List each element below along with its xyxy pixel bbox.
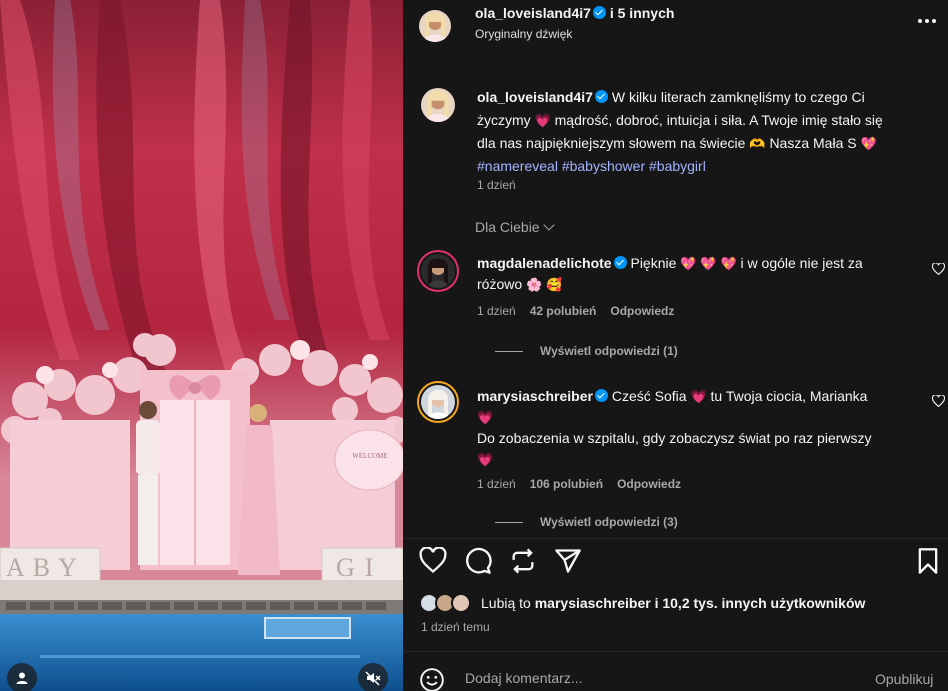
emoji-picker-icon[interactable] bbox=[419, 667, 445, 691]
caption-author-avatar[interactable] bbox=[421, 88, 455, 122]
heart-emoji-icon: 💖 bbox=[720, 256, 737, 271]
divider bbox=[403, 538, 948, 539]
comment-input[interactable] bbox=[465, 666, 845, 690]
speaker-muted-icon bbox=[365, 671, 381, 686]
post-media[interactable]: WELCOME ABY GI bbox=[0, 0, 403, 691]
heart-hands-emoji-icon: 🫶 bbox=[749, 136, 766, 151]
heart-emoji-icon: 💖 bbox=[700, 256, 717, 271]
verified-badge-icon bbox=[592, 6, 606, 19]
verified-badge-icon bbox=[594, 90, 608, 103]
heart-emoji-icon: 💖 bbox=[680, 256, 697, 271]
coauthors-link[interactable]: i 5 innych bbox=[610, 5, 675, 21]
chevron-down-icon bbox=[542, 219, 555, 231]
comment-composer: Opublikuj bbox=[403, 652, 948, 691]
comment-time[interactable]: 1 dzień bbox=[477, 304, 516, 318]
comment-time[interactable]: 1 dzień bbox=[477, 477, 516, 491]
share-icon[interactable] bbox=[554, 547, 582, 575]
comment-text: marysiaschreiber Cześć Sofia 💗 tu Twoja … bbox=[477, 386, 907, 470]
view-replies-button[interactable]: Wyświetl odpowiedzi (3) bbox=[495, 515, 678, 529]
likes-summary[interactable]: Lubią to marysiaschreiber i 10,2 tys. in… bbox=[419, 592, 865, 614]
view-replies-button[interactable]: Wyświetl odpowiedzi (1) bbox=[495, 344, 678, 358]
repost-icon[interactable] bbox=[509, 547, 537, 575]
comment-likes[interactable]: 106 polubień bbox=[530, 477, 603, 491]
more-horizontal-icon bbox=[918, 19, 936, 23]
user-icon bbox=[16, 672, 28, 684]
heart-emoji-icon: 💗 bbox=[477, 452, 494, 467]
caption-hashtags[interactable]: #namereveal #babyshower #babygirl bbox=[477, 158, 706, 174]
caption-line-3b: Nasza Mała S bbox=[769, 135, 857, 151]
reply-button[interactable]: Odpowiedz bbox=[610, 304, 674, 318]
sort-label: Dla Ciebie bbox=[475, 219, 540, 235]
caption-author-username[interactable]: ola_loveisland4i7 bbox=[477, 89, 593, 105]
girl-blocks-text: GI bbox=[336, 553, 383, 582]
comment-text-a: Pięknie bbox=[630, 255, 677, 271]
post-header: ola_loveisland4i7 i 5 innych Oryginalny … bbox=[403, 0, 948, 58]
more-options-button[interactable] bbox=[917, 12, 941, 32]
comment-sort-dropdown[interactable]: Dla Ciebie bbox=[475, 219, 555, 235]
gender-reveal-photo: WELCOME ABY GI bbox=[0, 0, 403, 691]
verified-badge-icon bbox=[594, 389, 608, 402]
comment-text-b: i w ogóle nie jest za bbox=[740, 255, 863, 271]
post-date[interactable]: 1 dzień temu bbox=[421, 620, 490, 634]
post-actions-bar bbox=[403, 544, 948, 580]
commenter-avatar[interactable] bbox=[417, 250, 459, 292]
liker-avatar bbox=[451, 593, 471, 613]
like-comment-icon[interactable] bbox=[932, 395, 945, 407]
comment-text: magdalenadelichote Pięknie 💖 💖 💖 i w ogó… bbox=[477, 253, 907, 295]
comment-text-c: Do zobaczenia w szpitalu, gdy zobaczysz … bbox=[477, 430, 872, 446]
comment-author[interactable]: magdalenadelichote bbox=[477, 255, 612, 271]
comment-likes[interactable]: 42 polubień bbox=[530, 304, 597, 318]
caption-line-3: dla nas najpiękniejszym słowem na świeci… bbox=[477, 135, 746, 151]
bookmark-icon[interactable] bbox=[914, 547, 942, 575]
verified-badge-icon bbox=[613, 256, 627, 269]
comment-author[interactable]: marysiaschreiber bbox=[477, 388, 593, 404]
author-avatar[interactable] bbox=[419, 10, 451, 42]
heart-emoji-icon: 💗 bbox=[690, 389, 707, 404]
caption-text: ola_loveisland4i7 W kilku literach zamkn… bbox=[477, 86, 937, 178]
comment-text-b: tu Twoja ciocia, Marianka bbox=[710, 388, 868, 404]
likes-others[interactable]: i 10,2 tys. innych użytkowników bbox=[655, 595, 866, 611]
mute-button[interactable] bbox=[358, 663, 388, 691]
flower-emoji-icon: 🌸 bbox=[526, 277, 543, 292]
heart-icon[interactable] bbox=[419, 547, 447, 575]
baby-blocks-text: ABY bbox=[6, 553, 85, 582]
author-username[interactable]: ola_loveisland4i7 bbox=[475, 5, 591, 21]
heart-emoji-icon: 💖 bbox=[860, 136, 877, 151]
caption-line-2a: życzymy bbox=[477, 112, 531, 128]
smiling-hearts-emoji-icon: 🥰 bbox=[546, 277, 563, 292]
caption-line-1: W kilku literach zamknęliśmy to czego Ci bbox=[611, 89, 865, 105]
author-name-line: ola_loveisland4i7 i 5 innych bbox=[475, 5, 674, 21]
commenter-avatar[interactable] bbox=[417, 381, 459, 423]
caption-timestamp[interactable]: 1 dzień bbox=[477, 178, 516, 192]
comment-icon[interactable] bbox=[464, 547, 492, 575]
heart-emoji-icon: 💗 bbox=[534, 113, 551, 128]
comment-meta: 1 dzień 42 polubień Odpowiedz bbox=[477, 304, 674, 318]
likes-user[interactable]: marysiaschreiber bbox=[535, 595, 651, 611]
comment-text-c: różowo bbox=[477, 276, 523, 292]
like-comment-icon[interactable] bbox=[932, 263, 945, 275]
comment-text-a: Cześć Sofia bbox=[611, 388, 687, 404]
comment-meta: 1 dzień 106 polubień Odpowiedz bbox=[477, 477, 681, 491]
post-details-panel: ola_loveisland4i7 i 5 innych Oryginalny … bbox=[403, 0, 948, 691]
caption-line-2b: mądrość, dobroć, intuicja i siła. A Twoj… bbox=[554, 112, 883, 128]
welcome-sign-text: WELCOME bbox=[352, 452, 387, 460]
publish-button[interactable]: Opublikuj bbox=[875, 671, 933, 687]
likes-prefix: Lubią to bbox=[481, 595, 531, 611]
audio-label[interactable]: Oryginalny dźwięk bbox=[475, 27, 572, 41]
reply-button[interactable]: Odpowiedz bbox=[617, 477, 681, 491]
tagged-users-button[interactable] bbox=[7, 663, 37, 691]
liker-avatars bbox=[419, 592, 475, 614]
heart-emoji-icon: 💗 bbox=[477, 410, 494, 425]
